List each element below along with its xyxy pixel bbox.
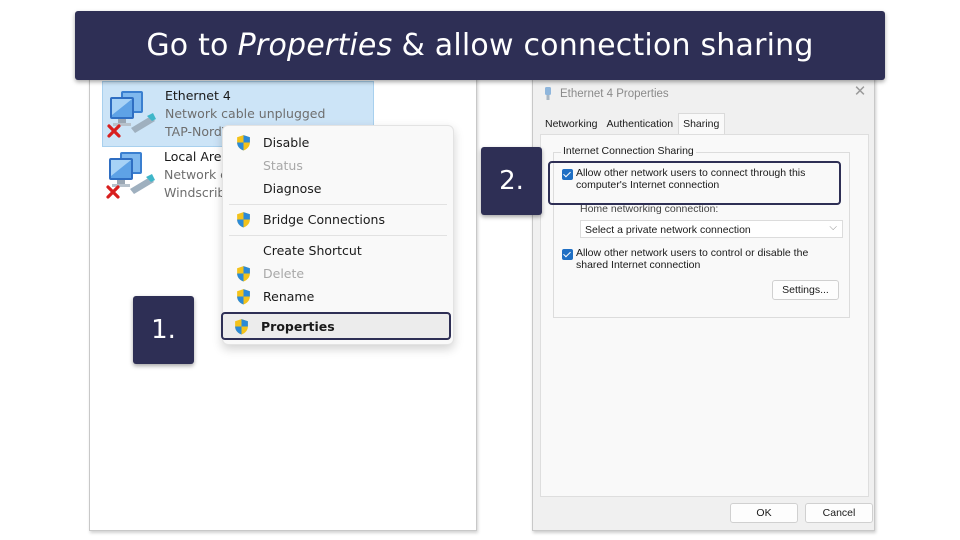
properties-dialog: Ethernet 4 Properties ✕ Networking Authe…	[532, 74, 875, 531]
uac-shield-icon	[237, 135, 250, 151]
banner-suffix: & allow connection sharing	[401, 28, 814, 63]
menu-item-disable[interactable]: Disable	[227, 131, 449, 153]
close-icon[interactable]: ✕	[852, 84, 868, 100]
uac-shield-icon	[235, 319, 248, 335]
network-adapter-disconnected-icon	[106, 152, 155, 199]
allow-control-label[interactable]: Allow other network users to control or …	[576, 247, 808, 271]
banner-prefix: Go to	[146, 28, 229, 63]
tab-sharing[interactable]: Sharing	[678, 113, 726, 134]
title-banner: Go to Properties & allow connection shar…	[75, 11, 885, 80]
tab-networking[interactable]: Networking	[541, 115, 603, 134]
home-networking-select[interactable]: Select a private network connection ⌵	[580, 220, 843, 238]
menu-item-diagnose[interactable]: Diagnose	[227, 177, 449, 199]
home-networking-label: Home networking connection:	[580, 203, 719, 215]
menu-item-rename[interactable]: Rename	[227, 285, 449, 307]
chevron-down-icon: ⌵	[829, 222, 837, 233]
network-plug-icon	[545, 87, 551, 100]
ok-button[interactable]: OK	[730, 503, 798, 523]
menu-item-status[interactable]: Status	[227, 154, 449, 176]
tab-authentication[interactable]: Authentication	[603, 115, 679, 134]
uac-shield-icon	[237, 289, 250, 305]
uac-shield-icon	[237, 266, 250, 282]
menu-item-properties[interactable]: Properties	[221, 312, 451, 340]
adapter-status: Network cable unplugged	[165, 106, 326, 121]
menu-separator	[229, 204, 447, 205]
context-menu: Disable Status Diagnose Bridge Connectio…	[221, 125, 454, 345]
sharing-tab-page: Internet Connection Sharing Allow other …	[540, 134, 869, 497]
menu-item-create-shortcut[interactable]: Create Shortcut	[227, 239, 449, 261]
dialog-title-bar: Ethernet 4 Properties	[543, 87, 669, 101]
uac-shield-icon	[237, 212, 250, 228]
group-label: Internet Connection Sharing	[561, 145, 696, 157]
menu-separator	[229, 235, 447, 236]
adapter-name: Ethernet 4	[165, 88, 231, 103]
menu-item-bridge-connections[interactable]: Bridge Connections	[227, 208, 449, 230]
allow-connect-label[interactable]: Allow other network users to connect thr…	[576, 167, 805, 191]
allow-control-checkbox[interactable]	[562, 249, 573, 260]
banner-emphasis: Properties	[237, 28, 393, 63]
settings-button[interactable]: Settings...	[772, 280, 839, 300]
step-badge-1: 1.	[133, 296, 194, 364]
menu-item-delete[interactable]: Delete	[227, 262, 449, 284]
allow-connect-checkbox[interactable]	[562, 169, 573, 180]
network-adapter-disconnected-icon	[107, 91, 156, 138]
dialog-tabs: Networking Authentication Sharing	[541, 113, 726, 135]
dialog-title: Ethernet 4 Properties	[560, 88, 669, 100]
cancel-button[interactable]: Cancel	[805, 503, 873, 523]
step-badge-2: 2.	[481, 147, 542, 215]
internet-connection-sharing-group: Internet Connection Sharing Allow other …	[548, 145, 850, 318]
